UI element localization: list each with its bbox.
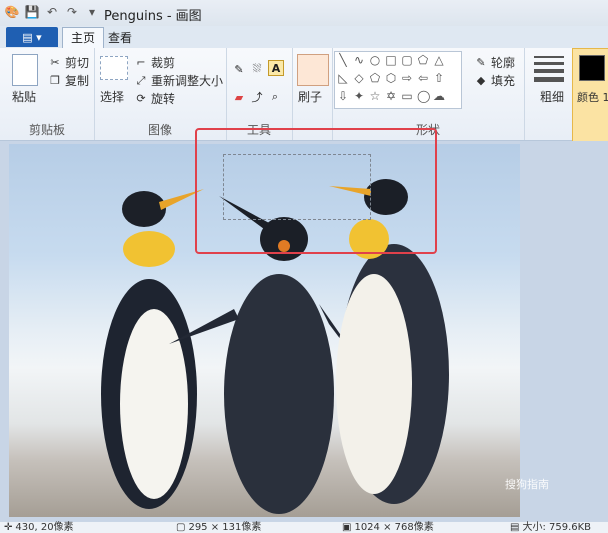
rotate-label: 旋转: [151, 92, 176, 106]
cut-label: 剪切: [65, 56, 90, 70]
color1-label: 颜色 1: [577, 91, 608, 104]
select-label: 选择: [100, 90, 125, 104]
window-title: Penguins - 画图: [104, 9, 202, 24]
six-point-star-shape-icon[interactable]: ✡: [385, 90, 397, 102]
shapes-group: ╲ ∿ ○ □ ▢ ⬠ △ ◺ ◇ ⬠ ⬡ ⇨ ⇦ ⇧ ⇩ ✦ ☆ ✡ ▭ ◯ …: [332, 48, 525, 140]
file-size: ▤ 大小: 759.6KB: [510, 522, 591, 533]
brushes-group: 刷子: [292, 48, 333, 140]
right-arrow-shape-icon[interactable]: ⇨: [401, 72, 413, 84]
cut-button[interactable]: ✂ 剪切: [48, 54, 89, 71]
rectangle-shape-icon[interactable]: □: [385, 54, 397, 66]
outline-button[interactable]: ✎ 轮廓: [474, 54, 515, 71]
crop-button[interactable]: ⌐ 裁剪: [134, 54, 175, 71]
diamond-shape-icon[interactable]: ◇: [353, 72, 365, 84]
oval-callout-shape-icon[interactable]: ◯: [417, 90, 430, 102]
crop-icon: ⌐: [136, 56, 146, 69]
title-bar: 🎨 💾 ↶ ↷ ▾ Penguins - 画图: [0, 0, 608, 27]
text-icon[interactable]: A: [268, 60, 284, 76]
line-shape-icon[interactable]: ╲: [337, 54, 349, 66]
outline-icon: ✎: [476, 56, 486, 69]
paste-icon[interactable]: [12, 54, 38, 86]
file-menu-button[interactable]: ▤ ▾: [6, 27, 58, 47]
magnifier-icon[interactable]: ⌕: [268, 90, 282, 104]
fill-button[interactable]: ◆ 填充: [474, 72, 515, 89]
right-triangle-shape-icon[interactable]: ◺: [337, 72, 349, 84]
selection-size-text: 295 × 131像素: [188, 522, 262, 533]
clipboard-group: 粘贴 ✂ 剪切 ❐ 复制 剪贴板: [0, 48, 95, 140]
image-size: ▣ 1024 × 768像素: [342, 522, 434, 533]
color1-group[interactable]: 颜色 1: [572, 48, 608, 142]
triangle-shape-icon[interactable]: △: [433, 54, 445, 66]
clipboard-group-label: 剪贴板: [28, 123, 65, 137]
resize-button[interactable]: ⤢ 重新调整大小: [134, 72, 223, 89]
scissors-icon: ✂: [50, 56, 60, 69]
left-arrow-shape-icon[interactable]: ⇦: [417, 72, 429, 84]
color1-swatch[interactable]: [579, 55, 605, 81]
cursor-position: ✛ 430, 20像素: [4, 522, 74, 533]
redo-icon[interactable]: ↷: [64, 4, 80, 20]
rounded-rectangle-shape-icon[interactable]: ▢: [401, 54, 413, 66]
selection-size: ▢ 295 × 131像素: [176, 522, 261, 533]
resize-icon: ⤢: [136, 73, 146, 87]
polygon-shape-icon[interactable]: ⬠: [417, 54, 429, 66]
size-group: 粗细: [524, 48, 573, 140]
rotate-button[interactable]: ⟳ 旋转: [134, 90, 175, 107]
shapes-gallery[interactable]: ╲ ∿ ○ □ ▢ ⬠ △ ◺ ◇ ⬠ ⬡ ⇨ ⇦ ⇧ ⇩ ✦ ☆ ✡ ▭ ◯ …: [334, 51, 462, 109]
select-icon[interactable]: [100, 56, 128, 80]
resize-label: 重新调整大小: [151, 74, 224, 88]
brushes-button[interactable]: 刷子: [298, 88, 322, 105]
brush-icon[interactable]: [297, 54, 329, 86]
selection-size-icon: ▢: [176, 522, 186, 533]
ribbon-tab-row: ▤ ▾ 主页 查看: [0, 26, 608, 50]
down-arrow-shape-icon[interactable]: ⇩: [337, 90, 349, 102]
image-size-text: 1024 × 768像素: [354, 522, 434, 533]
up-arrow-shape-icon[interactable]: ⇧: [433, 72, 445, 84]
fill-label: 填充: [491, 74, 516, 88]
image-size-icon: ▣: [342, 522, 352, 533]
four-point-star-shape-icon[interactable]: ✦: [353, 90, 365, 102]
cursor-icon: ✛: [4, 522, 13, 533]
watermark: 搜狗指南: [505, 478, 549, 491]
copy-icon: ❐: [50, 74, 60, 87]
outline-label: 轮廓: [491, 56, 516, 70]
image-group: 选择 ⌐ 裁剪 ⤢ 重新调整大小 ⟳ 旋转 图像: [94, 48, 227, 140]
fill-icon: ◆: [476, 74, 486, 87]
cursor-position-text: 430, 20像素: [15, 522, 74, 533]
size-button[interactable]: 粗细: [540, 88, 564, 105]
select-button[interactable]: 选择: [100, 88, 124, 105]
callout-shape-icon[interactable]: ▭: [401, 90, 413, 102]
eraser-icon[interactable]: ▰: [232, 90, 246, 104]
pentagon-shape-icon[interactable]: ⬠: [369, 72, 381, 84]
five-point-star-shape-icon[interactable]: ☆: [369, 90, 381, 102]
highlight-annotation-box: [195, 128, 437, 254]
hexagon-shape-icon[interactable]: ⬡: [385, 72, 397, 84]
color-picker-icon[interactable]: ⤴: [250, 90, 264, 104]
copy-button[interactable]: ❐ 复制: [48, 72, 89, 89]
file-size-icon: ▤: [510, 522, 520, 533]
oval-shape-icon[interactable]: ○: [369, 54, 381, 66]
fill-bucket-icon[interactable]: ⛆: [250, 62, 264, 76]
customize-qat-icon[interactable]: ▾: [84, 4, 100, 20]
curve-shape-icon[interactable]: ∿: [353, 54, 365, 66]
file-size-text: 大小: 759.6KB: [522, 522, 592, 533]
pencil-icon[interactable]: ✎: [232, 62, 246, 76]
paste-button[interactable]: 粘贴: [12, 88, 36, 105]
tools-group: ✎ ⛆ A ▰ ⤴ ⌕ 工具: [226, 48, 293, 140]
status-bar: ✛ 430, 20像素 ▢ 295 × 131像素 ▣ 1024 × 768像素…: [0, 521, 608, 533]
copy-label: 复制: [65, 74, 90, 88]
tab-home[interactable]: 主页: [62, 27, 105, 50]
rotate-icon: ⟳: [136, 92, 146, 105]
tab-view[interactable]: 查看: [100, 28, 140, 48]
quick-access-toolbar: 🎨 💾 ↶ ↷ ▾: [4, 4, 100, 20]
paint-app-icon[interactable]: 🎨: [4, 4, 20, 20]
undo-icon[interactable]: ↶: [44, 4, 60, 20]
save-icon[interactable]: 💾: [24, 4, 40, 20]
line-size-icon[interactable]: [534, 56, 564, 82]
cloud-callout-shape-icon[interactable]: ☁: [433, 90, 445, 102]
crop-label: 裁剪: [151, 56, 176, 70]
